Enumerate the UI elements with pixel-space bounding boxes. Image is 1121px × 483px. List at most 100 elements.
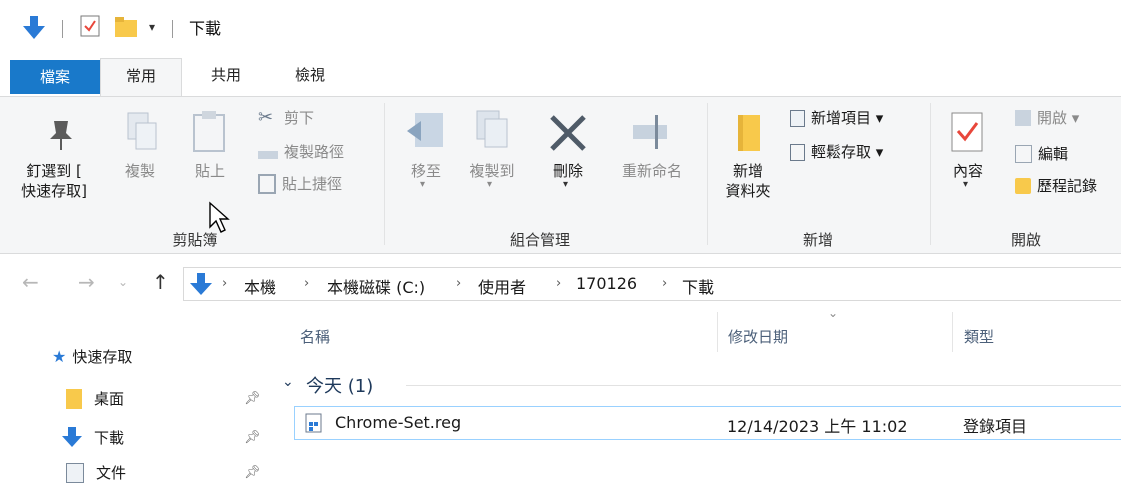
move-to-icon <box>407 113 443 147</box>
toolbar-separator <box>62 20 63 38</box>
pin-icon: 📌︎ <box>244 465 261 480</box>
group-header-today[interactable]: 今天 (1) <box>306 372 373 398</box>
move-to-label: 移至 <box>410 162 441 180</box>
copy-icon <box>127 112 157 150</box>
paste-label: 貼上 <box>194 162 225 180</box>
copy-path-label: 複製路徑 <box>284 143 345 161</box>
paste-clipboard-icon <box>193 111 225 152</box>
column-header-name[interactable]: 名稱 <box>300 326 330 347</box>
column-divider[interactable] <box>717 312 718 352</box>
rename-button[interactable]: 重新命名 <box>611 109 693 219</box>
new-group-label: 新增 <box>802 231 833 249</box>
nav-item-label: 下載 <box>94 428 125 447</box>
copy-path-icon <box>258 151 278 159</box>
properties-button[interactable]: 內容 ▾ <box>943 109 993 219</box>
breadcrumb-this-pc[interactable]: 本機 <box>244 274 276 298</box>
tab-view[interactable]: 檢視 <box>280 58 340 96</box>
copy-to-button[interactable]: 複製到 ▾ <box>459 109 525 219</box>
up-arrow-icon[interactable]: ↑ <box>152 270 169 294</box>
copy-to-dropdown-glyph: ▾ <box>487 179 493 190</box>
copy-label: 複製 <box>124 162 155 180</box>
breadcrumb-separator: › <box>456 276 462 291</box>
column-header-modified[interactable]: 修改日期 <box>728 326 788 347</box>
easy-access-button[interactable]: 輕鬆存取 ▾ <box>790 139 883 165</box>
ribbon: 釘選到 [ 快速存取] 複製 貼上 ✂ 剪下 複製路徑 貼上捷徑 剪貼簿 移至 … <box>0 96 1121 254</box>
pin-to-quick-access-button[interactable]: 釘選到 [ 快速存取] <box>14 109 104 219</box>
delete-label: 刪除 <box>552 162 583 180</box>
open-icon <box>1015 110 1031 126</box>
new-item-label: 新增項目 ▾ <box>811 109 884 127</box>
mouse-cursor-icon <box>209 201 230 233</box>
new-folder-icon[interactable] <box>114 16 138 38</box>
pin-label-line2: 快速存取] <box>21 182 87 200</box>
file-type: 登錄項目 <box>963 417 1028 436</box>
history-button[interactable]: 歷程記錄 <box>1015 173 1097 199</box>
rename-label: 重新命名 <box>621 162 682 180</box>
paste-shortcut-button[interactable]: 貼上捷徑 <box>258 171 342 197</box>
open-button[interactable]: 開啟 ▾ <box>1015 105 1079 131</box>
quick-access-star-icon: ★ <box>52 347 67 366</box>
cut-button[interactable]: ✂ 剪下 <box>258 105 314 131</box>
properties-icon[interactable] <box>80 15 100 37</box>
breadcrumb-local-disk[interactable]: 本機磁碟 (C:) <box>327 274 425 298</box>
nav-item-documents[interactable]: 文件 📌︎ <box>66 462 266 483</box>
scissors-icon: ✂ <box>258 107 274 128</box>
forward-arrow-icon[interactable]: → <box>78 270 95 294</box>
breadcrumb-users[interactable]: 使用者 <box>478 274 526 298</box>
quick-access-label: 快速存取 <box>72 348 133 366</box>
tab-share[interactable]: 共用 <box>196 58 256 96</box>
paste-shortcut-label: 貼上捷徑 <box>282 175 343 193</box>
clipboard-group: 釘選到 [ 快速存取] 複製 貼上 ✂ 剪下 複製路徑 貼上捷徑 剪貼簿 <box>0 97 383 253</box>
copy-path-button[interactable]: 複製路徑 <box>258 139 344 165</box>
copy-button[interactable]: 複製 <box>116 109 164 219</box>
move-to-button[interactable]: 移至 ▾ <box>401 109 451 219</box>
easy-access-icon <box>790 143 805 161</box>
nav-item-downloads[interactable]: 下載 📌︎ <box>62 426 266 448</box>
new-folder-label-line2: 資料夾 <box>725 182 771 200</box>
column-header-type[interactable]: 類型 <box>964 326 994 347</box>
pin-icon <box>50 121 72 150</box>
address-bar[interactable]: › 本機 › 本機磁碟 (C:) › 使用者 › 170126 › 下載 <box>183 267 1121 301</box>
download-arrow-icon <box>23 16 45 39</box>
tab-home[interactable]: 常用 <box>100 58 182 97</box>
sort-chevron-icon: ⌄ <box>828 306 839 320</box>
navigation-pane: ★ 快速存取 桌面 📌︎ 下載 📌︎ 文件 📌︎ <box>0 304 270 483</box>
group-collapse-chevron-icon[interactable]: ⌄ <box>282 374 294 390</box>
nav-item-desktop[interactable]: 桌面 📌︎ <box>66 388 266 409</box>
column-divider[interactable] <box>952 312 953 352</box>
new-item-button[interactable]: 新增項目 ▾ <box>790 105 883 131</box>
edit-label: 編輯 <box>1038 145 1069 163</box>
delete-dropdown-glyph: ▾ <box>563 179 569 190</box>
breadcrumb-user-folder[interactable]: 170126 <box>576 274 637 293</box>
table-row[interactable]: Chrome-Set.reg 12/14/2023 上午 11:02 登錄項目 <box>294 406 1121 440</box>
folder-icon <box>738 115 760 151</box>
new-group: 新增 資料夾 新增項目 ▾ 輕鬆存取 ▾ 新增 <box>708 97 930 253</box>
nav-item-label: 桌面 <box>94 390 125 408</box>
breadcrumb-separator: › <box>304 276 310 291</box>
navigation-bar: ← → ⌄ ↑ › 本機 › 本機磁碟 (C:) › 使用者 › 170126 … <box>0 262 1121 304</box>
title-bar: ▾ 下載 <box>0 0 1121 58</box>
recent-locations-chevron-icon[interactable]: ⌄ <box>118 275 128 289</box>
edit-button[interactable]: 編輯 <box>1015 141 1068 167</box>
breadcrumb-separator: › <box>662 276 668 291</box>
pin-label-line1: 釘選到 [ <box>26 162 82 180</box>
clipboard-group-label: 剪貼簿 <box>172 231 218 249</box>
new-folder-label-line1: 新增 <box>732 162 763 180</box>
move-to-dropdown-glyph: ▾ <box>420 179 426 190</box>
file-list: 名稱 修改日期 ⌄ 類型 ⌄ 今天 (1) Chrome-Set.reg 12/… <box>270 304 1121 472</box>
quick-access-node[interactable]: ★ 快速存取 <box>52 346 132 367</box>
organize-group-label: 組合管理 <box>509 231 570 249</box>
delete-button[interactable]: 刪除 ▾ <box>545 109 591 219</box>
properties-dropdown-glyph: ▾ <box>963 179 969 190</box>
rename-icon <box>633 115 667 149</box>
back-arrow-icon[interactable]: ← <box>22 270 39 294</box>
registry-file-icon <box>305 413 322 433</box>
edit-icon <box>1015 145 1032 163</box>
breadcrumb-downloads[interactable]: 下載 <box>682 274 714 298</box>
new-item-icon <box>790 109 805 127</box>
new-folder-button[interactable]: 新增 資料夾 <box>720 109 780 219</box>
customize-qat-dropdown[interactable]: ▾ <box>149 20 155 34</box>
properties-label: 內容 <box>952 162 983 180</box>
tab-file[interactable]: 檔案 <box>10 60 100 94</box>
breadcrumb-separator: › <box>222 276 228 291</box>
